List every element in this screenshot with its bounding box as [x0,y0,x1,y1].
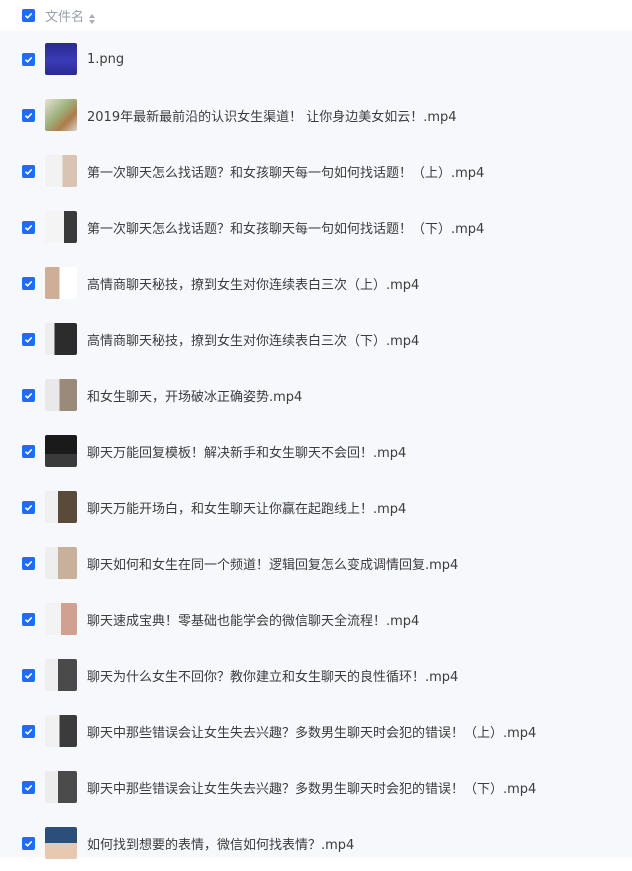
file-name[interactable]: 高情商聊天秘技，撩到女生对你连续表白三次（上）.mp4 [87,274,419,293]
file-row-checkbox[interactable] [22,164,35,178]
file-name[interactable]: 高情商聊天秘技，撩到女生对你连续表白三次（下）.mp4 [87,330,419,349]
file-row[interactable]: 和女生聊天，开场破冰正确姿势.mp4 [0,367,632,423]
sort-icon[interactable] [88,10,96,24]
file-row-checkbox[interactable] [22,388,35,402]
file-thumbnail[interactable] [45,771,77,803]
file-row-checkbox[interactable] [22,612,35,626]
file-name[interactable]: 聊天如何和女生在同一个频道！逻辑回复怎么变成调情回复.mp4 [87,554,458,573]
file-row-checkbox[interactable] [22,556,35,570]
file-thumbnail[interactable] [45,491,77,523]
file-row-checkbox[interactable] [22,668,35,682]
file-thumbnail[interactable] [45,715,77,747]
file-thumbnail[interactable] [45,99,77,131]
file-thumbnail[interactable] [45,603,77,635]
file-row-checkbox[interactable] [22,500,35,514]
file-row[interactable]: 1.png [0,31,632,87]
select-all-checkbox[interactable] [22,9,35,22]
file-row[interactable]: 聊天万能回复模板！解决新手和女生聊天不会回！.mp4 [0,423,632,479]
file-row[interactable]: 高情商聊天秘技，撩到女生对你连续表白三次（下）.mp4 [0,311,632,367]
file-name[interactable]: 如何找到想要的表情，微信如何找表情？.mp4 [87,834,354,853]
file-row[interactable]: 聊天速成宝典！零基础也能学会的微信聊天全流程！.mp4 [0,591,632,647]
file-name[interactable]: 聊天为什么女生不回你？教你建立和女生聊天的良性循环！.mp4 [87,666,458,685]
file-thumbnail[interactable] [45,547,77,579]
file-thumbnail[interactable] [45,435,77,467]
file-row[interactable]: 第一次聊天怎么找话题？和女孩聊天每一句如何找话题！（下）.mp4 [0,199,632,255]
file-thumbnail[interactable] [45,155,77,187]
file-row-checkbox[interactable] [22,836,35,850]
file-name[interactable]: 第一次聊天怎么找话题？和女孩聊天每一句如何找话题！（上）.mp4 [87,162,484,181]
file-list: 1.png 2019年最新最前沿的认识女生渠道！ 让你身边美女如云！.mp4 第一次… [0,31,632,859]
file-row[interactable]: 高情商聊天秘技，撩到女生对你连续表白三次（上）.mp4 [0,255,632,311]
file-name[interactable]: 聊天速成宝典！零基础也能学会的微信聊天全流程！.mp4 [87,610,419,629]
file-name[interactable]: 第一次聊天怎么找话题？和女孩聊天每一句如何找话题！（下）.mp4 [87,218,484,237]
file-thumbnail[interactable] [45,211,77,243]
file-list-header: 文件名 [0,0,632,31]
file-row[interactable]: 聊天如何和女生在同一个频道！逻辑回复怎么变成调情回复.mp4 [0,535,632,591]
file-name[interactable]: 聊天万能开场白，和女生聊天让你赢在起跑线上！.mp4 [87,498,406,517]
file-thumbnail[interactable] [45,267,77,299]
file-name[interactable]: 2019年最新最前沿的认识女生渠道！ 让你身边美女如云！.mp4 [87,106,457,125]
file-thumbnail[interactable] [45,323,77,355]
file-row-checkbox[interactable] [22,332,35,346]
file-row[interactable]: 聊天万能开场白，和女生聊天让你赢在起跑线上！.mp4 [0,479,632,535]
file-row[interactable]: 2019年最新最前沿的认识女生渠道！ 让你身边美女如云！.mp4 [0,87,632,143]
file-thumbnail[interactable] [45,659,77,691]
file-name[interactable]: 1.png [87,52,124,67]
file-name[interactable]: 聊天中那些错误会让女生失去兴趣？多数男生聊天时会犯的错误！（下）.mp4 [87,778,536,797]
file-row-checkbox[interactable] [22,52,35,66]
file-row-checkbox[interactable] [22,724,35,738]
file-name[interactable]: 聊天万能回复模板！解决新手和女生聊天不会回！.mp4 [87,442,406,461]
file-row[interactable]: 聊天为什么女生不回你？教你建立和女生聊天的良性循环！.mp4 [0,647,632,703]
file-name[interactable]: 聊天中那些错误会让女生失去兴趣？多数男生聊天时会犯的错误！（上）.mp4 [87,722,536,741]
file-name[interactable]: 和女生聊天，开场破冰正确姿势.mp4 [87,386,302,405]
file-row-checkbox[interactable] [22,220,35,234]
file-thumbnail[interactable] [45,827,77,859]
file-row-checkbox[interactable] [22,780,35,794]
file-row-checkbox[interactable] [22,108,35,122]
column-header-filename[interactable]: 文件名 [45,6,84,25]
file-thumbnail[interactable] [45,43,77,75]
file-row-checkbox[interactable] [22,444,35,458]
file-row[interactable]: 如何找到想要的表情，微信如何找表情？.mp4 [0,815,632,871]
file-row-checkbox[interactable] [22,276,35,290]
file-row[interactable]: 聊天中那些错误会让女生失去兴趣？多数男生聊天时会犯的错误！（下）.mp4 [0,759,632,815]
file-thumbnail[interactable] [45,379,77,411]
file-row[interactable]: 第一次聊天怎么找话题？和女孩聊天每一句如何找话题！（上）.mp4 [0,143,632,199]
file-row[interactable]: 聊天中那些错误会让女生失去兴趣？多数男生聊天时会犯的错误！（上）.mp4 [0,703,632,759]
